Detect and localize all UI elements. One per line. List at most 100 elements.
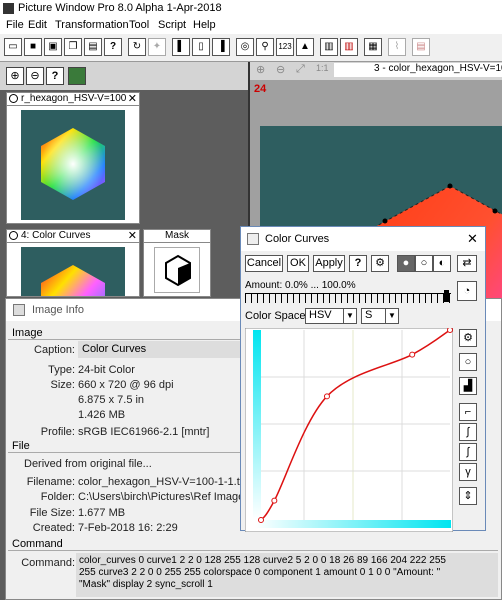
histogram-icon[interactable]: ▟	[459, 377, 477, 395]
panel-right-icon[interactable]: ▐	[212, 38, 230, 56]
thumbnail-title: Mask	[144, 230, 210, 243]
run-icon[interactable]: ✦	[148, 38, 166, 56]
thumbnail-mask[interactable]: Mask	[143, 229, 211, 297]
window-icon	[247, 233, 259, 245]
swap-icon[interactable]: ⇄	[457, 255, 477, 272]
zoom-icon[interactable]: ⚲	[256, 38, 274, 56]
derived-text: Derived from original file...	[24, 458, 152, 470]
s-curve-icon[interactable]: ∫	[459, 443, 477, 461]
thumbnail-color-icon[interactable]	[68, 67, 86, 85]
app-icon	[3, 3, 14, 14]
section-image: Image	[12, 327, 43, 339]
color-curves-dialog: Color Curves ✕ Cancel OK Apply ? ⚙ ● ○ ◐…	[240, 226, 486, 533]
panel-single-icon[interactable]: ▯	[192, 38, 210, 56]
thumbnail-image	[21, 247, 125, 296]
caption-field[interactable]: Color Curves	[78, 341, 248, 358]
zoom-level: 24	[254, 83, 267, 95]
curve-graph[interactable]	[244, 327, 454, 533]
menu-script[interactable]: Script	[158, 19, 186, 31]
curve-point[interactable]	[409, 351, 416, 358]
zoom-in-icon[interactable]: ⊕	[6, 67, 24, 85]
command-line-2: 255 curve3 2 2 0 0 255 255 colorspace 0 …	[79, 567, 441, 578]
cancel-button[interactable]: Cancel	[245, 255, 283, 272]
created-label: Created:	[32, 522, 75, 534]
document-toolbar: ⊕ ⊖ ⤢ 1:1 3 - color_hexagon_HSV-V=100	[250, 62, 502, 80]
thumbnail-toolbar: ⊕ ⊖ ?	[0, 62, 250, 90]
close-icon[interactable]: ✕	[128, 230, 137, 242]
help-button[interactable]: ?	[349, 255, 367, 272]
curve-point[interactable]	[258, 517, 264, 523]
printer-icon[interactable]: ▤	[412, 38, 430, 56]
size-px-value: 660 x 720 @ 96 dpi	[78, 379, 174, 391]
created-value: 7-Feb-2018 16: 2:29	[78, 522, 178, 534]
menu-help[interactable]: Help	[193, 19, 216, 31]
settings-icon[interactable]: ⚙	[459, 329, 477, 347]
thumbnail-hexagon[interactable]: r_hexagon_HSV-V=100 ✕	[6, 92, 140, 224]
mouse-icon[interactable]: ◎	[236, 38, 254, 56]
circle-icon[interactable]: ○	[459, 353, 477, 371]
menu-edit[interactable]: Edit	[28, 19, 47, 31]
apply-button[interactable]: Apply	[313, 255, 345, 272]
menu-bar: File Edit Transformation Tool Script Hel…	[0, 18, 502, 34]
panel-left-icon[interactable]: ▌	[172, 38, 190, 56]
ok-button[interactable]: OK	[287, 255, 309, 272]
curve-point[interactable]	[323, 393, 330, 400]
color-icon[interactable]: ▥	[340, 38, 358, 56]
open-icon[interactable]: ▭	[4, 38, 22, 56]
zoom-fit-label[interactable]: 1:1	[316, 63, 329, 73]
command-label: Command:	[21, 557, 75, 569]
thumbnail-title: 4: Color Curves ✕	[7, 230, 139, 243]
section-file: File	[12, 440, 30, 452]
select-circle-icon[interactable]	[9, 231, 18, 240]
colorspace-label: Color Space:	[245, 310, 309, 322]
circle-light-icon[interactable]: ○	[415, 255, 433, 272]
menu-file[interactable]: File	[6, 19, 24, 31]
size-in-value: 6.875 x 7.5 in	[78, 394, 145, 406]
document-tab[interactable]: 3 - color_hexagon_HSV-V=100	[334, 63, 502, 77]
fit-icon[interactable]: ⤢	[296, 63, 305, 76]
save-icon[interactable]: ■	[24, 38, 42, 56]
step-curve-icon[interactable]: ⌐	[459, 403, 477, 421]
chart-icon[interactable]: ⌇	[388, 38, 406, 56]
component-select[interactable]: S ▼	[361, 308, 399, 324]
gray-icon[interactable]: ▥	[320, 38, 338, 56]
color-curves-title: Color Curves	[265, 233, 330, 245]
numbers-icon[interactable]: 123	[276, 38, 294, 56]
paste-icon[interactable]: ▤	[84, 38, 102, 56]
select-circle-icon[interactable]	[9, 94, 18, 103]
refresh-icon[interactable]: ↻	[128, 38, 146, 56]
command-line-1: color_curves 0 curve1 2 2 0 128 255 128 …	[79, 555, 446, 566]
thumbnail-color-curves[interactable]: 4: Color Curves ✕	[6, 229, 140, 297]
caption-label: Caption:	[34, 344, 75, 356]
print-icon[interactable]: ▣	[44, 38, 62, 56]
filesize-value: 1.677 MB	[78, 507, 126, 519]
menu-tool[interactable]: Tool	[129, 19, 149, 31]
copy-icon[interactable]: ❐	[64, 38, 82, 56]
close-icon[interactable]: ✕	[467, 231, 478, 247]
menu-transformation[interactable]: Transformation	[55, 19, 129, 31]
zoom-out-icon[interactable]: ⊖	[26, 67, 44, 85]
gear-icon[interactable]: ⚙	[371, 255, 389, 272]
help-icon[interactable]: ?	[46, 67, 64, 85]
zoom-out-icon[interactable]: ⊖	[276, 63, 285, 76]
curve-point[interactable]	[271, 497, 278, 504]
scroll-icon[interactable]: ⇕	[459, 487, 477, 505]
timer-icon[interactable]: ◔	[457, 281, 477, 301]
image-info-title: Image Info	[32, 304, 84, 316]
help-icon[interactable]: ?	[104, 38, 122, 56]
type-label: Type:	[48, 364, 75, 376]
gamma-icon[interactable]: γ	[459, 463, 477, 481]
curve-point[interactable]	[447, 327, 453, 333]
zoom-in-icon[interactable]: ⊕	[256, 63, 265, 76]
thumbnail-title: r_hexagon_HSV-V=100 ✕	[7, 93, 139, 106]
close-icon[interactable]: ✕	[128, 93, 137, 105]
colorspace-select[interactable]: HSV ▼	[305, 308, 357, 324]
amount-slider[interactable]	[245, 290, 451, 303]
histogram-icon[interactable]: ▲	[296, 38, 314, 56]
circle-half-icon[interactable]: ◐	[433, 255, 451, 272]
command-field[interactable]: color_curves 0 curve1 2 2 0 128 255 128 …	[76, 553, 498, 597]
smooth-curve-icon[interactable]: ∫	[459, 423, 477, 441]
grid-icon[interactable]: ▦	[364, 38, 382, 56]
circle-dark-icon[interactable]: ●	[397, 255, 415, 272]
main-toolbar: ▭ ■ ▣ ❐ ▤ ? ↻ ✦ ▌ ▯ ▐ ◎ ⚲ 123 ▲ ▥ ▥ ▦ ⌇ …	[0, 34, 502, 62]
